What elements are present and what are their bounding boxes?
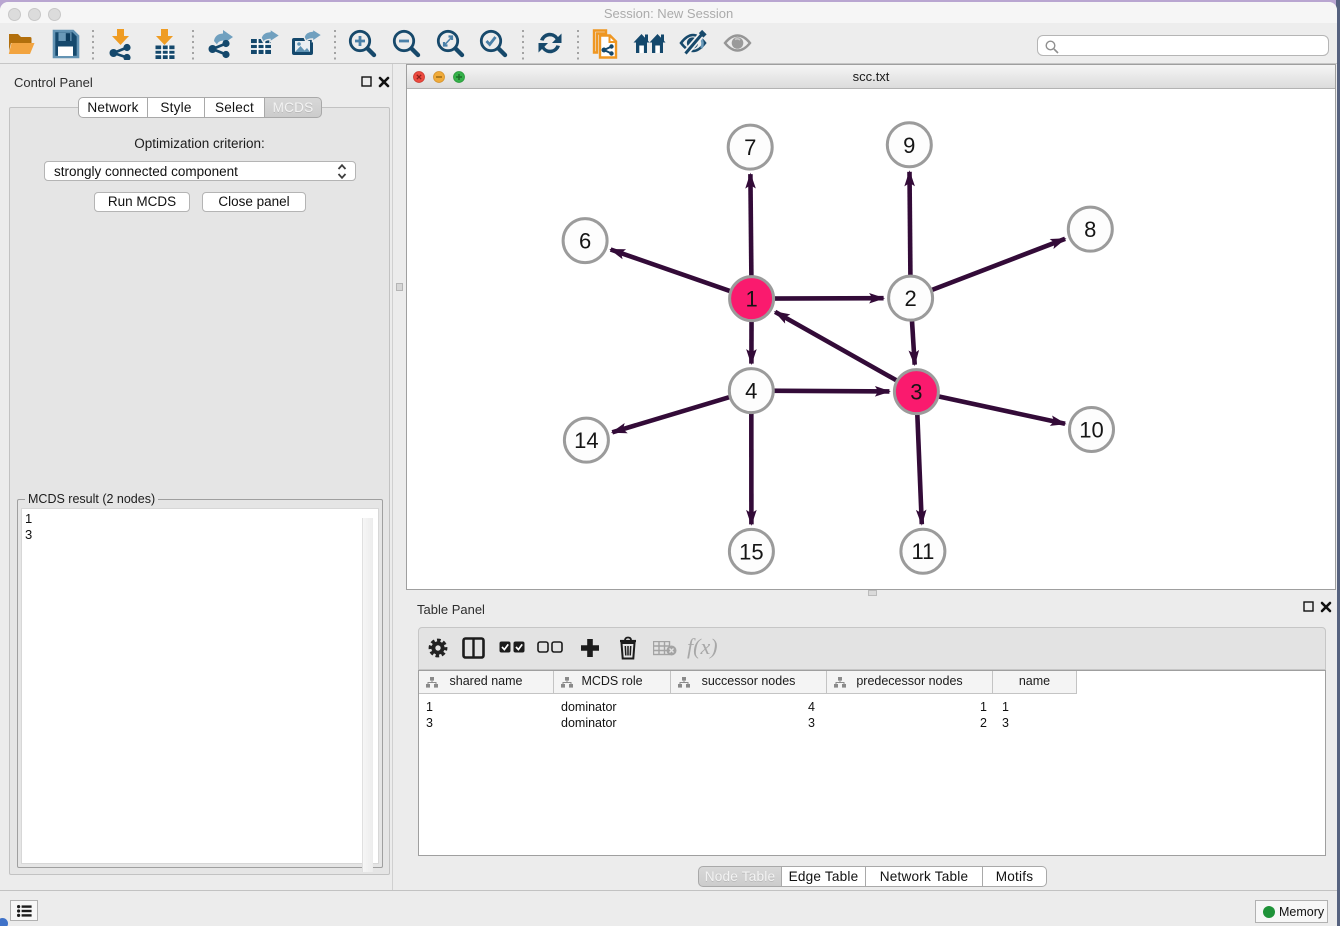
svg-text:7: 7: [744, 135, 756, 160]
svg-text:14: 14: [574, 428, 598, 453]
svg-text:8: 8: [1084, 217, 1096, 242]
svg-text:2: 2: [904, 286, 916, 311]
svg-text:15: 15: [739, 539, 763, 564]
svg-text:4: 4: [745, 379, 757, 404]
svg-text:1: 1: [745, 287, 757, 312]
svg-text:9: 9: [903, 133, 915, 158]
svg-text:3: 3: [910, 380, 922, 405]
svg-text:10: 10: [1079, 418, 1103, 443]
svg-text:11: 11: [911, 539, 934, 564]
svg-text:6: 6: [579, 229, 591, 254]
